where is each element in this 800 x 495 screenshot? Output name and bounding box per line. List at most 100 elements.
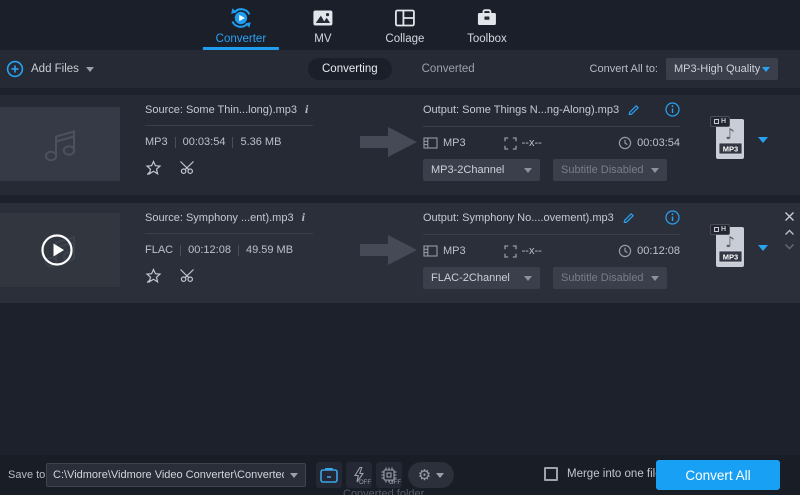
source-info-icon[interactable]: i bbox=[302, 210, 305, 225]
cut-button[interactable] bbox=[180, 160, 196, 179]
add-files-caret-icon bbox=[86, 67, 94, 72]
file-list: Source: Some Thin...long).mp3 i MP3 00:0… bbox=[0, 88, 800, 455]
converting-tab[interactable]: Converting bbox=[308, 58, 392, 80]
output-format: MP3 bbox=[443, 137, 466, 149]
cut-button[interactable] bbox=[180, 268, 196, 287]
output-format-dropdown[interactable]: MP3-High Quality bbox=[666, 58, 778, 80]
grid-glyph bbox=[714, 227, 719, 232]
merge-option: Merge into one file bbox=[544, 467, 662, 481]
svg-text:MP3: MP3 bbox=[723, 253, 738, 262]
output-file-icon-group[interactable]: H ♪ MP3 bbox=[712, 225, 772, 281]
edit-effects-button[interactable] bbox=[145, 160, 162, 179]
file-row: Source: Some Thin...long).mp3 i MP3 00:0… bbox=[0, 95, 800, 195]
resolution-icon bbox=[504, 245, 517, 258]
source-meta: MP3 00:03:54 5.36 MB bbox=[145, 136, 317, 148]
open-folder-button[interactable] bbox=[316, 462, 342, 488]
dropdown-caret-icon bbox=[651, 276, 659, 281]
remove-file-icon[interactable] bbox=[784, 211, 795, 225]
tab-mv[interactable]: MV bbox=[282, 0, 364, 50]
save-path-combobox[interactable] bbox=[46, 463, 306, 487]
music-note-icon bbox=[37, 123, 83, 165]
gpu-acceleration-button[interactable]: OFF bbox=[376, 462, 402, 488]
convert-all-button[interactable]: Convert All bbox=[656, 460, 780, 490]
edit-effects-button[interactable] bbox=[145, 268, 162, 287]
tab-converter-label: Converter bbox=[216, 33, 266, 45]
source-duration: 00:03:54 bbox=[183, 136, 226, 148]
hw-off-label: OFF bbox=[359, 480, 371, 486]
merge-label: Merge into one file bbox=[567, 468, 662, 480]
output-duration: 00:03:54 bbox=[637, 137, 680, 149]
main-tabs: Converter MV bbox=[200, 0, 528, 50]
svg-text:♪: ♪ bbox=[725, 125, 735, 143]
hardware-acceleration-button[interactable]: OFF bbox=[346, 462, 372, 488]
save-to-label: Save to: bbox=[8, 469, 48, 481]
convert-arrow-icon bbox=[360, 233, 418, 270]
output-meta: MP3 --x-- bbox=[423, 136, 680, 150]
mv-icon bbox=[311, 5, 335, 31]
source-info-icon[interactable]: i bbox=[305, 102, 308, 117]
add-files-button[interactable]: Add Files bbox=[6, 58, 94, 80]
source-size: 5.36 MB bbox=[240, 136, 281, 148]
output-info-icon[interactable] bbox=[665, 102, 680, 120]
toolbar: Add Files Converting Converted Convert A… bbox=[0, 50, 800, 88]
channel-profile-dropdown[interactable]: FLAC-2Channel bbox=[423, 267, 540, 289]
settings-button[interactable]: ⚙ bbox=[408, 462, 454, 488]
tab-toolbox[interactable]: Toolbox bbox=[446, 0, 528, 50]
svg-text:MP3: MP3 bbox=[723, 145, 738, 154]
output-info: Output: Some Things N...ng-Along).mp3 bbox=[423, 102, 680, 181]
output-format: MP3 bbox=[443, 245, 466, 257]
dropdown-caret-icon bbox=[762, 67, 770, 72]
source-filename: Source: Some Thin...long).mp3 i bbox=[145, 102, 317, 117]
file-row: Source: Symphony ...ent).mp3 i FLAC 00:1… bbox=[0, 203, 800, 303]
toolbox-icon bbox=[475, 5, 499, 31]
row-controls bbox=[784, 211, 795, 253]
converted-folder-tooltip: Converted folder bbox=[343, 488, 424, 495]
output-resolution: --x-- bbox=[522, 245, 542, 257]
source-info: Source: Symphony ...ent).mp3 i FLAC 00:1… bbox=[145, 210, 317, 287]
clock-icon bbox=[618, 136, 632, 150]
subtitle-dropdown[interactable]: Subtitle Disabled bbox=[553, 159, 667, 181]
channel-profile-dropdown[interactable]: MP3-2Channel bbox=[423, 159, 540, 181]
convert-arrow-icon bbox=[360, 125, 418, 162]
divider bbox=[423, 234, 680, 235]
output-format-value: MP3-High Quality bbox=[674, 63, 760, 75]
svg-text:♪: ♪ bbox=[725, 233, 735, 251]
audio-thumbnail[interactable] bbox=[0, 107, 120, 181]
rename-pencil-icon[interactable] bbox=[627, 102, 640, 118]
tab-collage-label: Collage bbox=[385, 33, 424, 45]
move-up-icon[interactable] bbox=[784, 228, 795, 239]
settings-caret-icon bbox=[436, 473, 444, 478]
source-size: 49.59 MB bbox=[246, 244, 293, 256]
converted-tab[interactable]: Converted bbox=[422, 63, 475, 75]
move-down-icon[interactable] bbox=[784, 242, 795, 253]
source-meta: FLAC 00:12:08 49.59 MB bbox=[145, 244, 317, 256]
view-toggle: Converting Converted bbox=[308, 58, 475, 80]
merge-checkbox[interactable] bbox=[544, 467, 558, 481]
output-info: Output: Symphony No....ovement).mp3 bbox=[423, 210, 680, 289]
tab-collage[interactable]: Collage bbox=[364, 0, 446, 50]
subtitle-dropdown[interactable]: Subtitle Disabled bbox=[553, 267, 667, 289]
divider bbox=[145, 125, 313, 126]
rename-pencil-icon[interactable] bbox=[622, 210, 635, 226]
file-format-caret-icon[interactable] bbox=[758, 137, 768, 143]
dropdown-caret-icon bbox=[651, 168, 659, 173]
resolution-icon bbox=[504, 137, 517, 150]
save-path-input[interactable] bbox=[47, 469, 290, 481]
clock-icon bbox=[618, 244, 632, 258]
add-files-label: Add Files bbox=[31, 63, 79, 75]
quality-badge: H bbox=[710, 116, 730, 127]
output-info-icon[interactable] bbox=[665, 210, 680, 228]
tab-toolbox-label: Toolbox bbox=[467, 33, 507, 45]
convert-all-to-group: Convert All to: MP3-High Quality bbox=[590, 58, 778, 80]
source-info: Source: Some Thin...long).mp3 i MP3 00:0… bbox=[145, 102, 317, 179]
converter-icon bbox=[228, 5, 254, 31]
audio-thumbnail[interactable] bbox=[0, 213, 120, 287]
output-filename: Output: Some Things N...ng-Along).mp3 bbox=[423, 102, 680, 118]
tab-converter[interactable]: Converter bbox=[200, 0, 282, 50]
row-actions bbox=[145, 160, 317, 179]
output-file-icon-group[interactable]: H ♪ MP3 bbox=[712, 117, 772, 173]
output-resolution: --x-- bbox=[522, 137, 542, 149]
play-button[interactable] bbox=[40, 233, 74, 270]
source-format: MP3 bbox=[145, 136, 168, 148]
file-format-caret-icon[interactable] bbox=[758, 245, 768, 251]
